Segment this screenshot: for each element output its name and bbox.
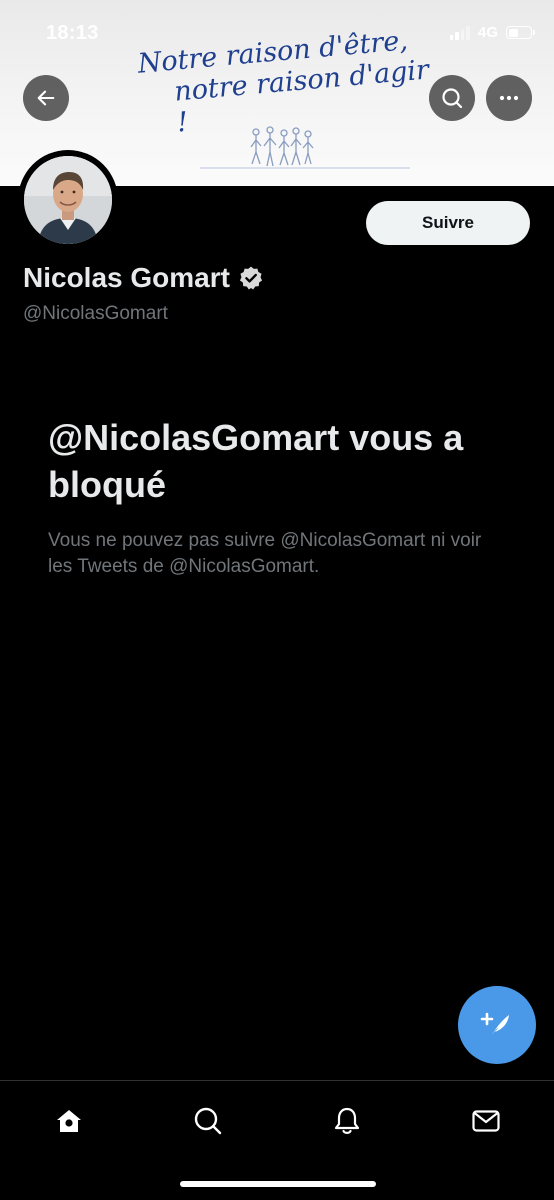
avatar-portrait-image xyxy=(24,156,112,244)
tab-home[interactable] xyxy=(49,1101,89,1141)
messages-icon xyxy=(472,1110,500,1132)
status-indicators: 4G xyxy=(449,24,535,41)
battery-icon xyxy=(506,26,535,39)
back-button[interactable] xyxy=(23,75,69,121)
follow-button[interactable]: Suivre xyxy=(366,201,530,245)
network-type: 4G xyxy=(477,24,498,41)
profile-handle: @NicolasGomart xyxy=(23,303,168,324)
profile-name-row: Nicolas Gomart xyxy=(23,262,264,294)
more-icon xyxy=(499,95,519,101)
search-button[interactable] xyxy=(429,75,475,121)
verified-badge-icon xyxy=(239,266,263,290)
compose-tweet-button[interactable] xyxy=(458,986,536,1064)
tab-messages[interactable] xyxy=(466,1101,506,1141)
banner-slogan: Notre raison d'être, notre raison d'agir… xyxy=(136,24,433,142)
compose-tweet-icon xyxy=(480,1012,509,1037)
back-arrow-icon xyxy=(37,90,55,106)
more-options-button[interactable] xyxy=(486,75,532,121)
profile-name: Nicolas Gomart xyxy=(23,262,230,293)
notifications-icon xyxy=(334,1107,360,1134)
signal-icon xyxy=(449,25,470,40)
tab-notifications[interactable] xyxy=(327,1101,367,1141)
home-indicator xyxy=(180,1181,376,1187)
banner-walkers-illustration xyxy=(200,126,410,169)
home-icon xyxy=(57,1110,81,1132)
avatar[interactable] xyxy=(24,156,112,244)
tab-search[interactable] xyxy=(188,1101,228,1141)
blocked-title: @NicolasGomart vous a bloqué xyxy=(48,417,464,505)
status-time: 18:13 xyxy=(46,22,99,44)
search-icon xyxy=(194,1107,222,1135)
blocked-description: Vous ne pouvez pas suivre @NicolasGomart… xyxy=(48,530,482,577)
avatar-frame[interactable] xyxy=(18,150,118,250)
search-icon xyxy=(442,88,463,109)
